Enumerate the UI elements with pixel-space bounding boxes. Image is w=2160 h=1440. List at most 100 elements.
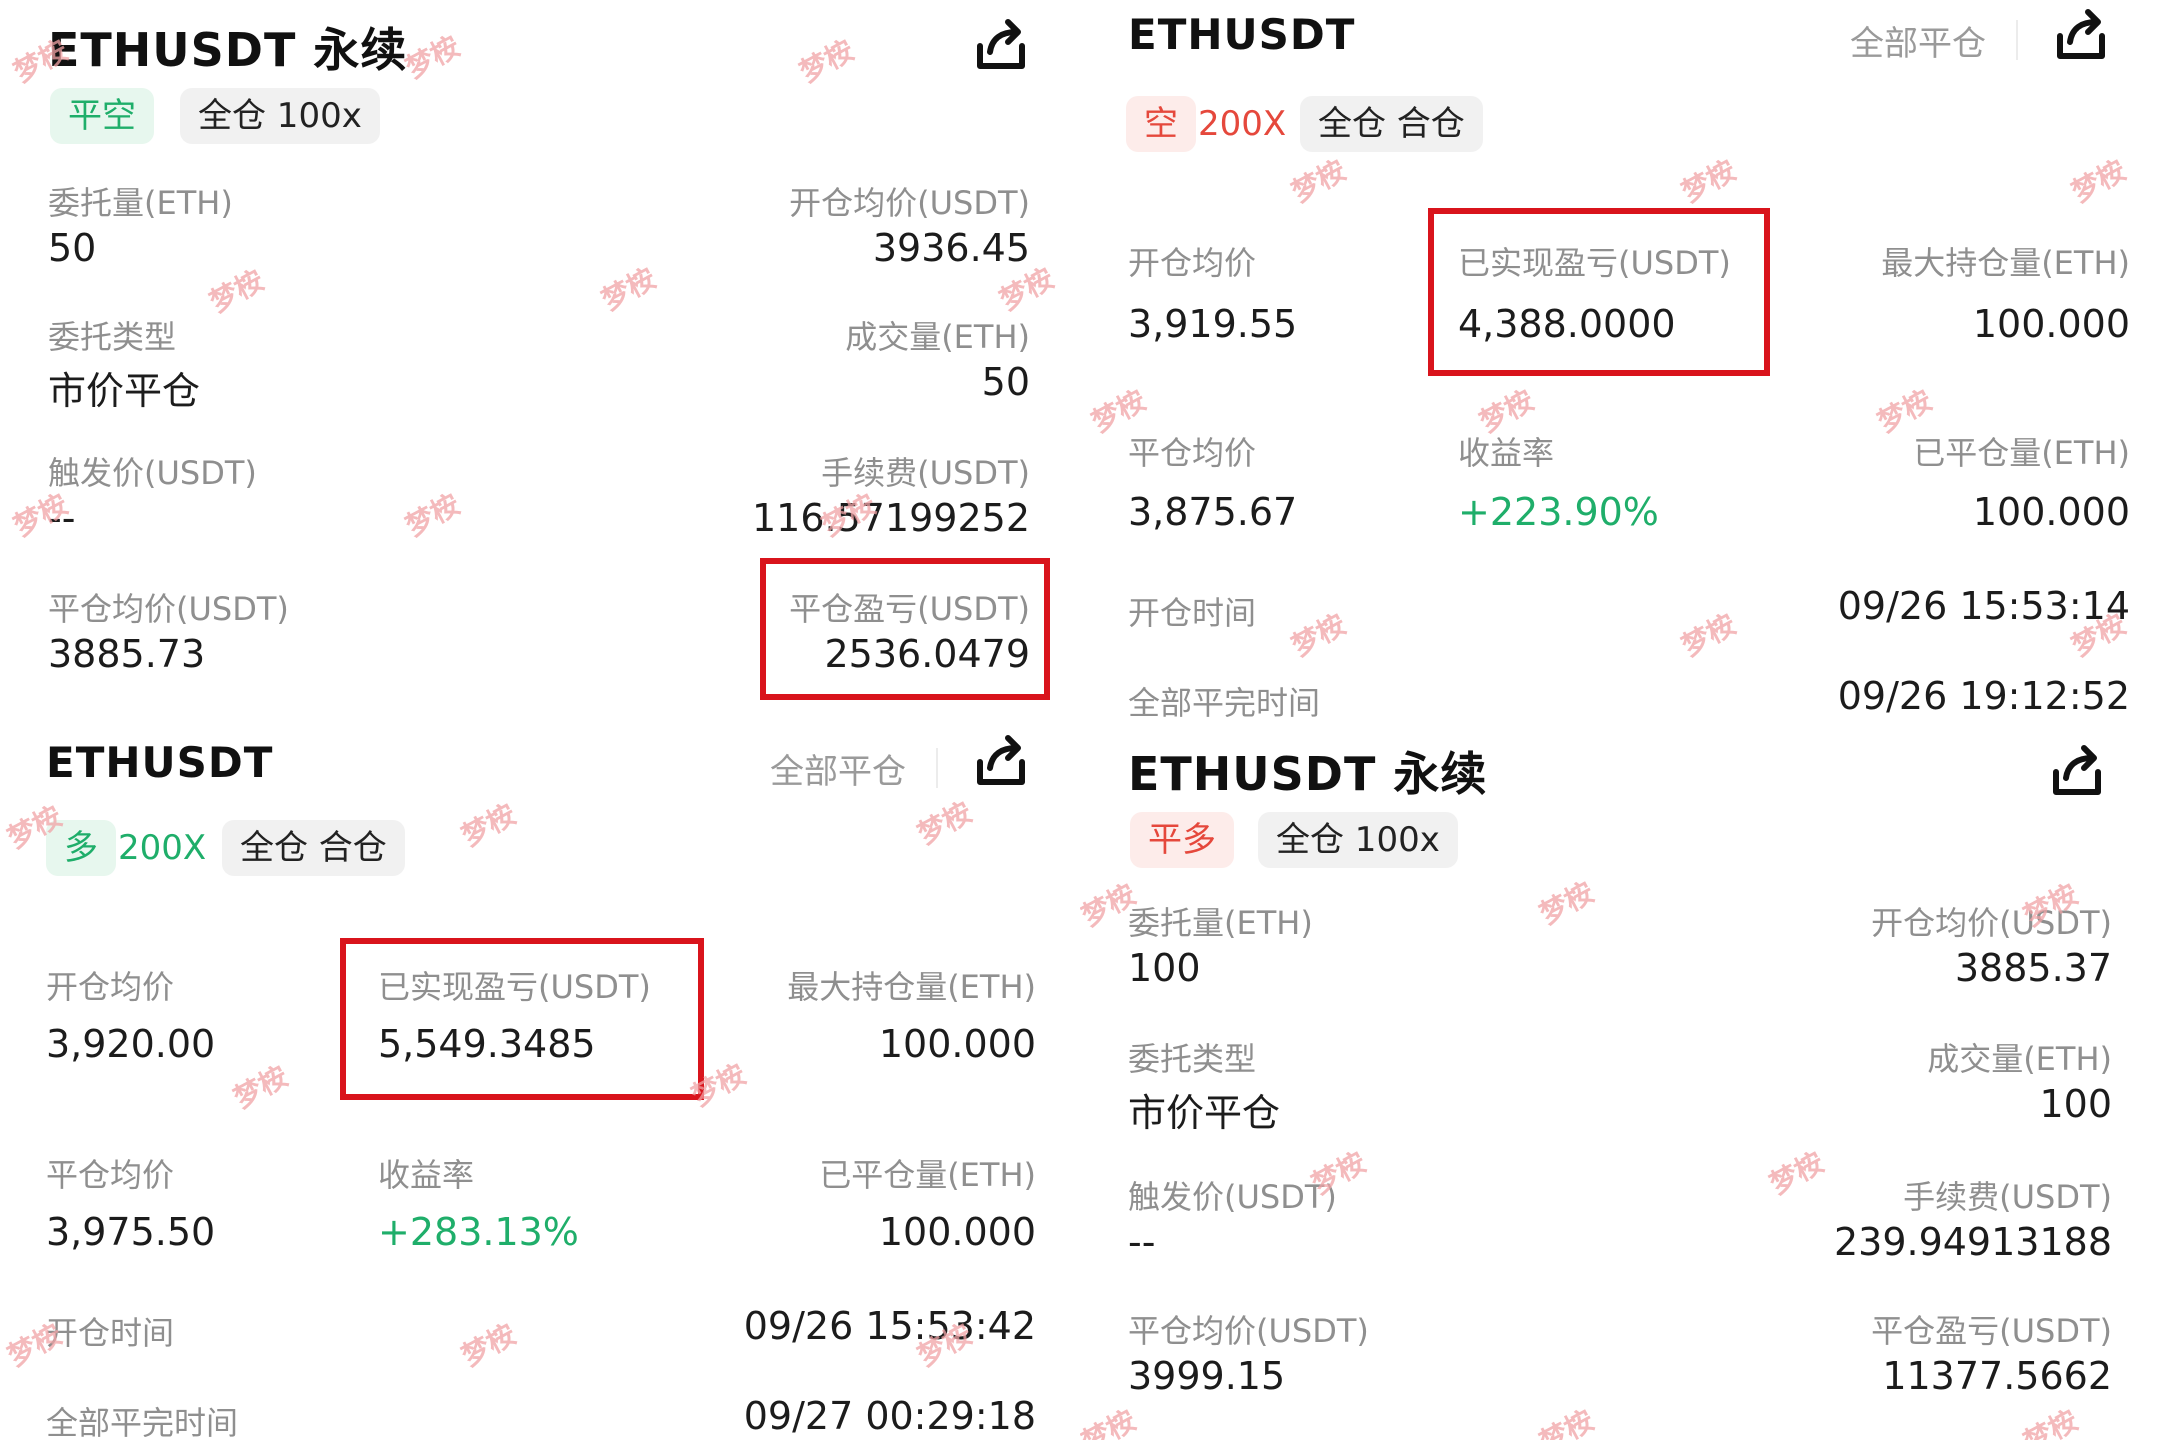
watermark: 梦桉: [456, 1317, 522, 1374]
position-history-card-long: ETHUSDT 全部平仓 多 200X 全仓 合仓 开仓均价 3,920.00 …: [0, 720, 1080, 1440]
field-value: 100.000: [878, 1022, 1036, 1066]
field-label: 成交量(ETH): [1927, 1040, 2112, 1078]
watermark: 梦桉: [912, 795, 978, 852]
roi-value: +283.13%: [378, 1210, 579, 1254]
margin-tag: 全仓 100x: [180, 88, 380, 144]
watermark: 梦桉: [1534, 1403, 1600, 1440]
field-label: 已平仓量(ETH): [1913, 434, 2130, 472]
watermark: 梦桉: [2018, 1403, 2084, 1440]
field-label: 平仓均价: [46, 1156, 175, 1194]
symbol-title: ETHUSDT 永续: [1128, 747, 1488, 801]
field-value: 09/26 19:12:52: [1837, 674, 2130, 718]
field-label: 开仓均价: [46, 968, 175, 1006]
field-label: 手续费(USDT): [821, 454, 1030, 492]
field-value: 50: [981, 360, 1030, 404]
margin-mode-tag: 全仓 合仓: [1300, 96, 1483, 152]
share-icon[interactable]: [2046, 742, 2108, 804]
watermark: 梦桉: [1286, 153, 1352, 210]
field-value: 市价平仓: [48, 369, 201, 413]
field-label: 开仓均价(USDT): [789, 184, 1030, 222]
field-value: 3,919.55: [1128, 302, 1298, 346]
field-label: 触发价(USDT): [1128, 1178, 1337, 1216]
field-label: 收益率: [1458, 434, 1555, 472]
watermark: 梦桉: [2066, 153, 2132, 210]
close-all-button[interactable]: 全部平仓: [1850, 16, 1986, 65]
highlight-box: [340, 938, 704, 1100]
watermark: 梦桉: [204, 263, 270, 320]
field-label: 成交量(ETH): [845, 318, 1030, 356]
watermark: 梦桉: [456, 797, 522, 854]
order-detail-card-short-close: ETHUSDT 永续 平空 全仓 100x 委托量(ETH) 50 开仓均价(U…: [0, 0, 1080, 720]
field-value: 100: [1128, 946, 1201, 990]
field-value: 3885.73: [48, 632, 206, 676]
margin-mode-tag: 全仓 合仓: [222, 820, 405, 876]
watermark: 梦桉: [596, 261, 662, 318]
field-value: 116.57199252: [751, 496, 1030, 540]
share-icon[interactable]: [2050, 6, 2112, 68]
watermark: 梦桉: [1676, 153, 1742, 210]
symbol-title: ETHUSDT: [1128, 10, 1356, 59]
field-label: 平仓盈亏(USDT): [1871, 1312, 2112, 1350]
field-value: 239.94913188: [1833, 1220, 2112, 1264]
divider: [2016, 20, 2018, 60]
field-label: 开仓均价: [1128, 244, 1257, 282]
share-icon[interactable]: [970, 732, 1032, 794]
field-value: --: [1128, 1220, 1156, 1264]
watermark: 梦桉: [794, 33, 860, 90]
field-label: 全部平完时间: [1128, 684, 1321, 720]
highlight-box: [1428, 208, 1770, 376]
side-tag: 空: [1126, 96, 1196, 152]
watermark: 梦桉: [1676, 607, 1742, 664]
field-value: 09/27 00:29:18: [743, 1394, 1036, 1438]
side-tag: 平空: [50, 88, 154, 144]
close-all-button[interactable]: 全部平仓: [770, 744, 906, 793]
watermark: 梦桉: [1080, 1403, 1142, 1440]
leverage-tag: 200X: [118, 828, 207, 868]
field-value: 3,975.50: [46, 1210, 216, 1254]
share-icon[interactable]: [970, 16, 1032, 78]
field-value: 3999.15: [1128, 1354, 1286, 1398]
margin-tag: 全仓 100x: [1258, 812, 1458, 868]
field-value: 50: [48, 226, 97, 270]
field-value: 3,875.67: [1128, 490, 1298, 534]
field-label: 已平仓量(ETH): [819, 1156, 1036, 1194]
field-label: 委托量(ETH): [1128, 904, 1313, 942]
watermark: 梦桉: [1534, 875, 1600, 932]
watermark: 梦桉: [1764, 1145, 1830, 1202]
field-value: 3936.45: [872, 226, 1030, 270]
symbol-title: ETHUSDT: [46, 738, 274, 787]
field-label: 平仓均价: [1128, 434, 1257, 472]
divider: [936, 748, 938, 788]
field-label: 收益率: [378, 1156, 475, 1194]
field-label: 委托类型: [1128, 1040, 1257, 1078]
field-value: 100: [2039, 1082, 2112, 1126]
position-history-card-short: ETHUSDT 全部平仓 空 200X 全仓 合仓 开仓均价 3,919.55 …: [1080, 0, 2160, 720]
field-value: 市价平仓: [1128, 1091, 1281, 1135]
watermark: 梦桉: [228, 1059, 294, 1116]
field-label: 触发价(USDT): [48, 454, 257, 492]
field-value: 09/26 15:53:42: [743, 1304, 1036, 1348]
field-value: 3,920.00: [46, 1022, 216, 1066]
field-value: 100.000: [1972, 490, 2130, 534]
order-detail-card-long-close: ETHUSDT 永续 平多 全仓 100x 委托量(ETH) 100 开仓均价(…: [1080, 720, 2160, 1440]
field-label: 最大持仓量(ETH): [787, 968, 1036, 1006]
field-label: 全部平完时间: [46, 1404, 239, 1440]
field-label: 委托量(ETH): [48, 184, 233, 222]
roi-value: +223.90%: [1458, 490, 1659, 534]
field-value: 100.000: [1972, 302, 2130, 346]
field-value: 100.000: [878, 1210, 1036, 1254]
realized-pnl-value: 11377.5662: [1882, 1354, 2112, 1398]
symbol-title: ETHUSDT 永续: [48, 23, 408, 77]
watermark: 梦桉: [400, 487, 466, 544]
watermark: 梦桉: [1286, 607, 1352, 664]
field-label: 平仓均价(USDT): [48, 590, 289, 628]
field-label: 最大持仓量(ETH): [1881, 244, 2130, 282]
leverage-tag: 200X: [1198, 104, 1287, 144]
field-label: 开仓时间: [1128, 594, 1257, 632]
field-value: 3885.37: [1954, 946, 2112, 990]
field-label: 委托类型: [48, 318, 177, 356]
field-label: 手续费(USDT): [1903, 1178, 2112, 1216]
side-tag: 平多: [1130, 812, 1234, 868]
watermark: 梦桉: [400, 29, 466, 86]
highlight-box: [760, 558, 1050, 700]
